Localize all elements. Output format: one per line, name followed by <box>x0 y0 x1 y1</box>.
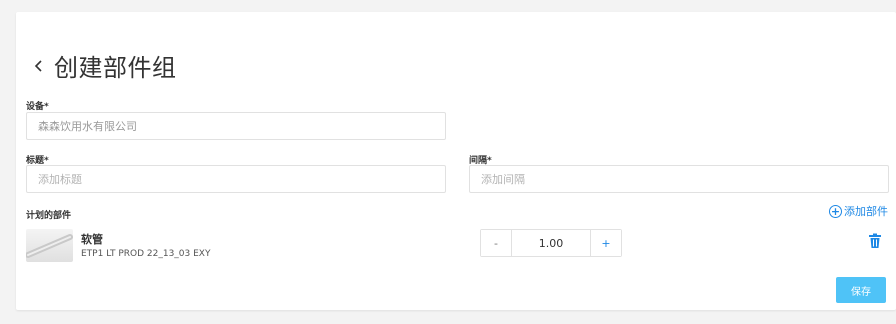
part-code: ETP1 LT PROD 22_13_03 EXY <box>81 249 211 259</box>
plus-circle-icon: + <box>829 204 842 218</box>
save-button[interactable]: 保存 <box>836 277 886 303</box>
page-header: 创建部件组 <box>30 48 177 83</box>
quantity-value[interactable]: 1.00 <box>511 230 591 256</box>
add-part-button[interactable]: + 添加部件 <box>829 203 888 219</box>
part-name: 软管 <box>81 233 103 246</box>
part-image <box>26 229 73 262</box>
device-input[interactable] <box>27 113 445 139</box>
device-field[interactable] <box>26 112 446 140</box>
page-title: 创建部件组 <box>54 54 177 82</box>
chevron-left-icon[interactable] <box>30 57 48 75</box>
decrement-button[interactable]: - <box>481 230 511 256</box>
create-part-group-card: 创建部件组 设备* 标题* 间隔* 计划的部件 + 添加部件 软管 ETP1 L… <box>16 12 896 310</box>
part-row: 软管 ETP1 LT PROD 22_13_03 EXY - 1.00 + <box>26 229 886 269</box>
device-label: 设备* <box>26 102 49 112</box>
planned-parts-label: 计划的部件 <box>26 211 72 221</box>
interval-field[interactable] <box>469 165 889 193</box>
increment-button[interactable]: + <box>591 230 621 256</box>
trash-icon[interactable] <box>868 233 884 251</box>
title-field[interactable] <box>26 165 446 193</box>
add-part-label: 添加部件 <box>844 205 888 218</box>
quantity-stepper: - 1.00 + <box>480 229 622 257</box>
title-input[interactable] <box>27 166 445 192</box>
interval-input[interactable] <box>470 166 888 192</box>
